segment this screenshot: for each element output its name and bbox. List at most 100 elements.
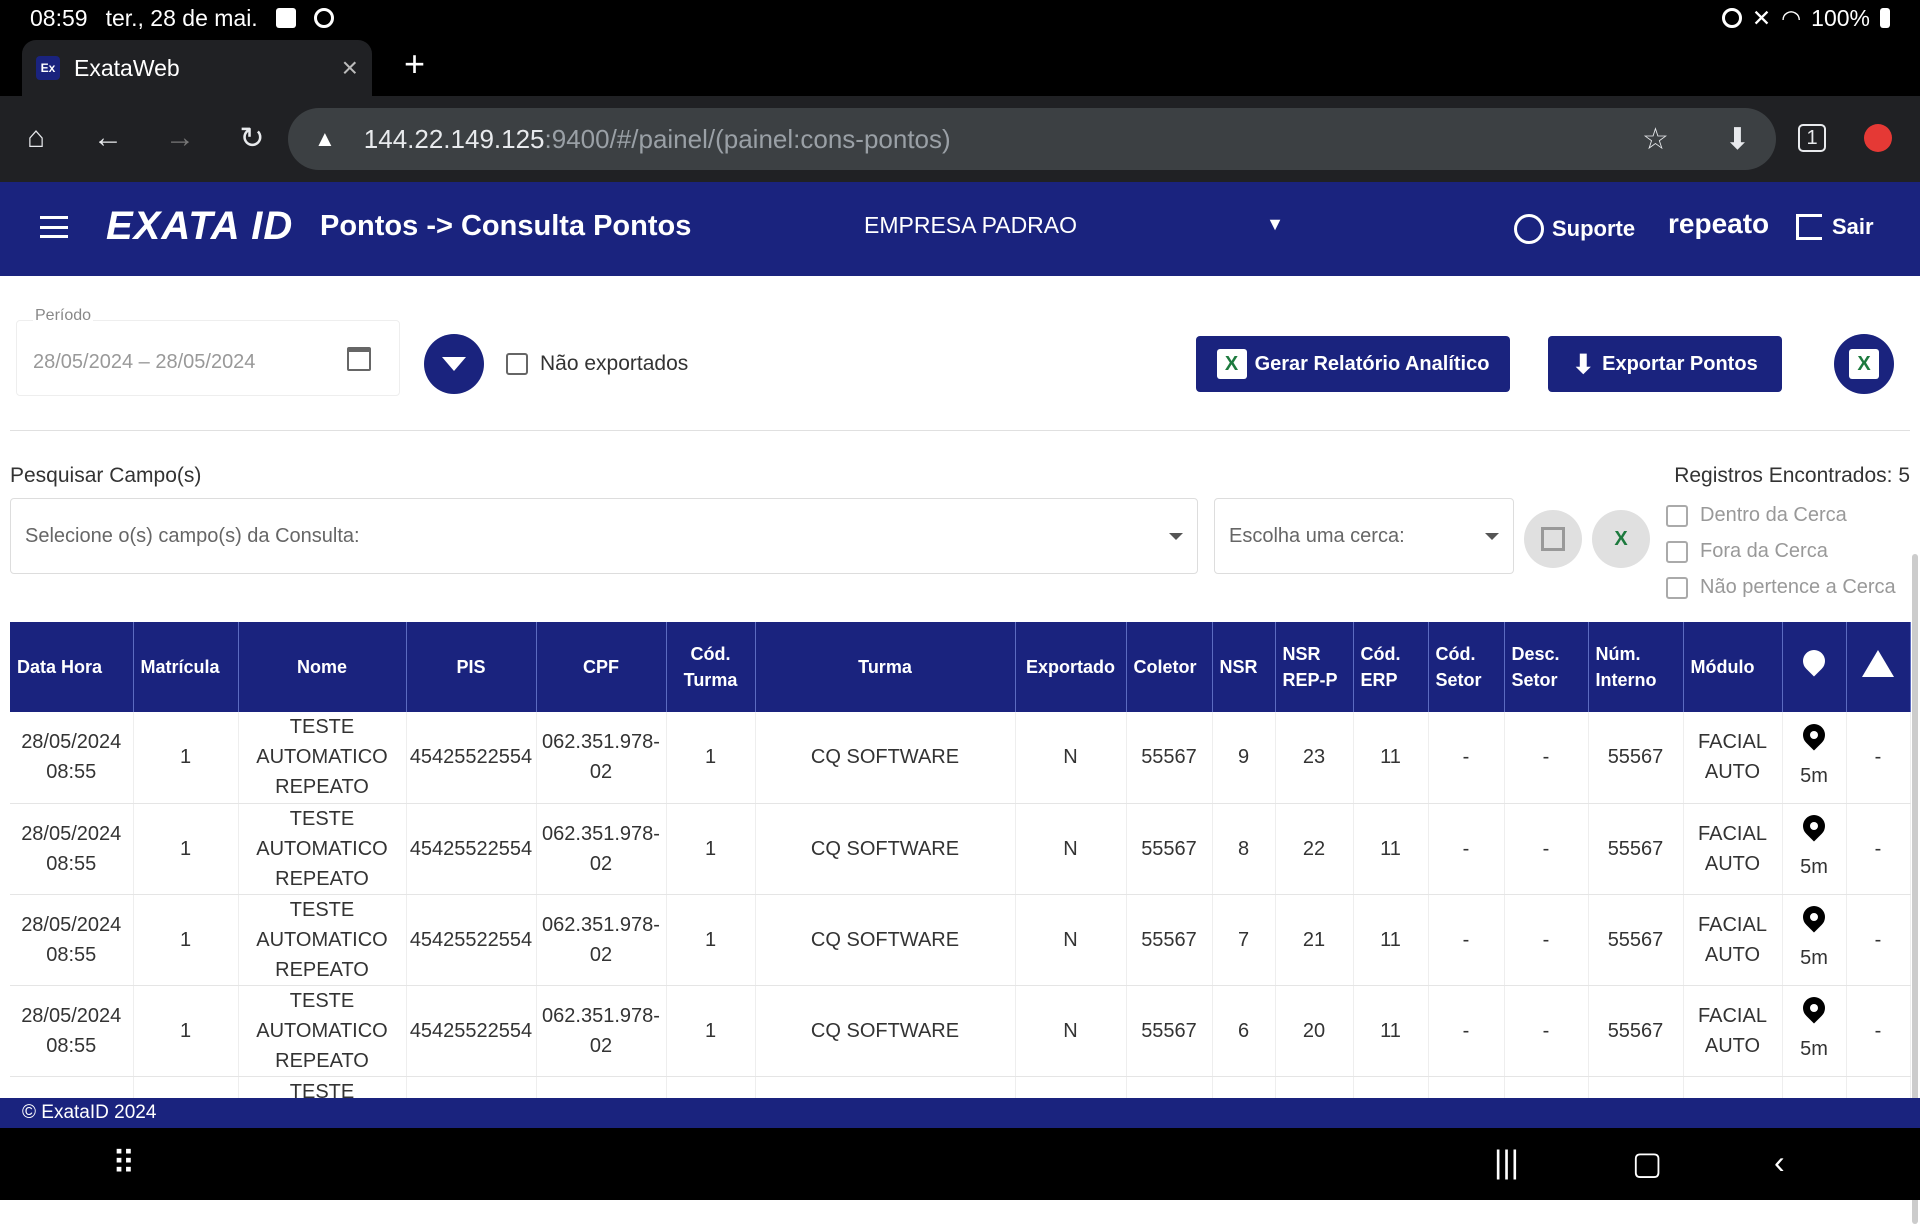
not-secure-icon[interactable]: ▲	[314, 126, 336, 152]
bookmark-star-icon[interactable]: ☆	[1642, 122, 1669, 157]
cell-alert: -	[1846, 985, 1911, 1077]
col-cod-setor[interactable]: Cód. Setor	[1428, 622, 1505, 712]
map-button[interactable]	[1524, 510, 1582, 568]
checkbox-icon[interactable]	[1666, 504, 1688, 527]
company-select[interactable]: EMPRESA PADRAO ▼	[864, 212, 1284, 239]
excel-icon: X	[1606, 524, 1636, 554]
cell-exportado: N	[1015, 894, 1127, 986]
cell-cpf: 062.351.978-02	[536, 985, 667, 1077]
cell-num-interno: 55567	[1588, 894, 1684, 986]
url-host: 144.22.149.125	[363, 123, 545, 154]
period-field[interactable]: Período 28/05/2024 – 28/05/2024	[16, 307, 400, 396]
cell-location[interactable]: 5m	[1782, 894, 1847, 986]
download-icon[interactable]: ⬇	[1725, 122, 1750, 157]
cell-location[interactable]: 5m	[1782, 985, 1847, 1077]
location-pin-icon[interactable]	[1798, 810, 1830, 842]
fence-options: Dentro da Cerca Fora da Cerca Não perten…	[1666, 504, 1896, 599]
reload-icon[interactable]: ↻	[232, 118, 272, 158]
table-row[interactable]: 28/05/2024 08:55 1 TESTE AUTOMATICO REPE…	[10, 985, 1911, 1077]
new-tab-icon[interactable]: +	[404, 44, 425, 84]
home-nav-icon[interactable]: ▢	[1632, 1144, 1662, 1182]
cell-desc-setor: -	[1504, 712, 1589, 804]
analytic-report-button[interactable]: X Gerar Relatório Analítico	[1196, 336, 1510, 392]
col-modulo[interactable]: Módulo	[1683, 622, 1783, 712]
location-pin-icon[interactable]	[1798, 901, 1830, 933]
distance: 5m	[1800, 856, 1828, 878]
cell-cod-turma: 1	[666, 894, 756, 986]
col-coletor[interactable]: Coletor	[1126, 622, 1213, 712]
tab-close-icon[interactable]: ×	[342, 52, 358, 84]
checkbox-icon[interactable]	[1666, 540, 1688, 563]
cell-location[interactable]: 5m	[1782, 803, 1847, 895]
cell-pis: 45425522554	[406, 712, 537, 804]
field-select[interactable]: Selecione o(s) campo(s) da Consulta:	[10, 498, 1198, 574]
favicon: Ex	[36, 56, 60, 80]
android-nav-bar: ⠿ ||| ▢ ‹	[0, 1128, 1920, 1200]
col-cod-erp[interactable]: Cód. ERP	[1353, 622, 1429, 712]
home-icon[interactable]: ⌂	[16, 118, 56, 158]
col-turma[interactable]: Turma	[755, 622, 1016, 712]
main-content: Período 28/05/2024 – 28/05/2024 Não expo…	[0, 276, 1920, 1224]
table-row[interactable]: 28/05/2024 08:55 1 TESTE AUTOMATICO REPE…	[10, 803, 1911, 895]
cell-cod-erp: 11	[1353, 894, 1429, 986]
tab-count-icon[interactable]: 1	[1798, 124, 1826, 152]
col-cpf[interactable]: CPF	[536, 622, 667, 712]
app-header: EXATA ID Pontos -> Consulta Pontos EMPRE…	[0, 182, 1920, 276]
support-button[interactable]: Suporte	[1514, 214, 1635, 244]
period-label: Período	[33, 307, 94, 325]
sync-notification-icon	[313, 8, 334, 28]
col-desc-setor[interactable]: Desc. Setor	[1504, 622, 1589, 712]
col-nsr-rep[interactable]: NSR REP-P	[1275, 622, 1354, 712]
cell-nsr: 9	[1212, 712, 1276, 804]
excel-export-fab[interactable]: X	[1834, 334, 1894, 394]
location-pin-icon[interactable]	[1798, 719, 1830, 751]
fence-excel-button[interactable]: X	[1592, 510, 1650, 568]
col-pis[interactable]: PIS	[406, 622, 537, 712]
cell-data-hora: 28/05/2024 08:55	[10, 803, 134, 895]
calendar-icon[interactable]	[347, 347, 371, 371]
cell-nsr-rep: 21	[1275, 894, 1354, 986]
logout-button[interactable]: Sair	[1796, 214, 1874, 240]
not-exported-checkbox[interactable]: Não exportados	[506, 352, 688, 376]
col-exportado[interactable]: Exportado	[1015, 622, 1127, 712]
recents-icon[interactable]: |||	[1494, 1144, 1519, 1181]
url-path: :9400/#/painel/(painel:cons-pontos)	[544, 123, 951, 154]
col-num-interno[interactable]: Núm. Interno	[1588, 622, 1684, 712]
fence-inside-option[interactable]: Dentro da Cerca	[1666, 504, 1896, 527]
cell-modulo: FACIAL AUTO	[1683, 803, 1783, 895]
hamburger-menu-icon[interactable]	[40, 216, 68, 238]
cell-nsr: 8	[1212, 803, 1276, 895]
table-row[interactable]: 28/05/2024 08:55 1 TESTE AUTOMATICO REPE…	[10, 712, 1911, 804]
col-alert[interactable]	[1846, 622, 1911, 712]
col-cod-turma[interactable]: Cód. Turma	[666, 622, 756, 712]
battery-level: 100%	[1811, 4, 1870, 31]
col-data-hora[interactable]: Data Hora	[10, 622, 134, 712]
checkbox-icon[interactable]	[506, 353, 528, 375]
analytic-report-label: Gerar Relatório Analítico	[1254, 352, 1490, 375]
forward-icon[interactable]: →	[160, 118, 200, 158]
profile-icon[interactable]	[1858, 118, 1898, 158]
back-nav-icon[interactable]: ‹	[1774, 1144, 1785, 1181]
address-bar[interactable]: ▲ 144.22.149.125 :9400/#/painel/(painel:…	[288, 108, 1776, 170]
fence-outside-option[interactable]: Fora da Cerca	[1666, 540, 1896, 563]
table-row[interactable]: 28/05/2024 08:55 1 TESTE AUTOMATICO REPE…	[10, 894, 1911, 986]
cell-modulo: FACIAL AUTO	[1683, 985, 1783, 1077]
back-icon[interactable]: ←	[88, 118, 128, 158]
fence-select[interactable]: Escolha uma cerca:	[1214, 498, 1514, 574]
col-nsr[interactable]: NSR	[1212, 622, 1276, 712]
col-matricula[interactable]: Matrícula	[133, 622, 239, 712]
apps-grid-icon[interactable]: ⠿	[112, 1144, 135, 1182]
browser-tab[interactable]: Ex ExataWeb ×	[22, 40, 372, 96]
fence-none-option[interactable]: Não pertence a Cerca	[1666, 576, 1896, 599]
filter-button[interactable]	[424, 334, 484, 394]
location-pin-icon[interactable]	[1798, 992, 1830, 1024]
fence-select-placeholder: Escolha uma cerca:	[1229, 524, 1405, 547]
checkbox-notification-icon	[275, 8, 296, 28]
filter-icon	[442, 357, 466, 371]
checkbox-icon[interactable]	[1666, 576, 1688, 599]
col-nome[interactable]: Nome	[238, 622, 407, 712]
col-location[interactable]	[1782, 622, 1847, 712]
export-points-button[interactable]: ⬇ Exportar Pontos	[1548, 336, 1782, 392]
cell-cod-erp: 11	[1353, 712, 1429, 804]
cell-location[interactable]: 5m	[1782, 712, 1847, 804]
